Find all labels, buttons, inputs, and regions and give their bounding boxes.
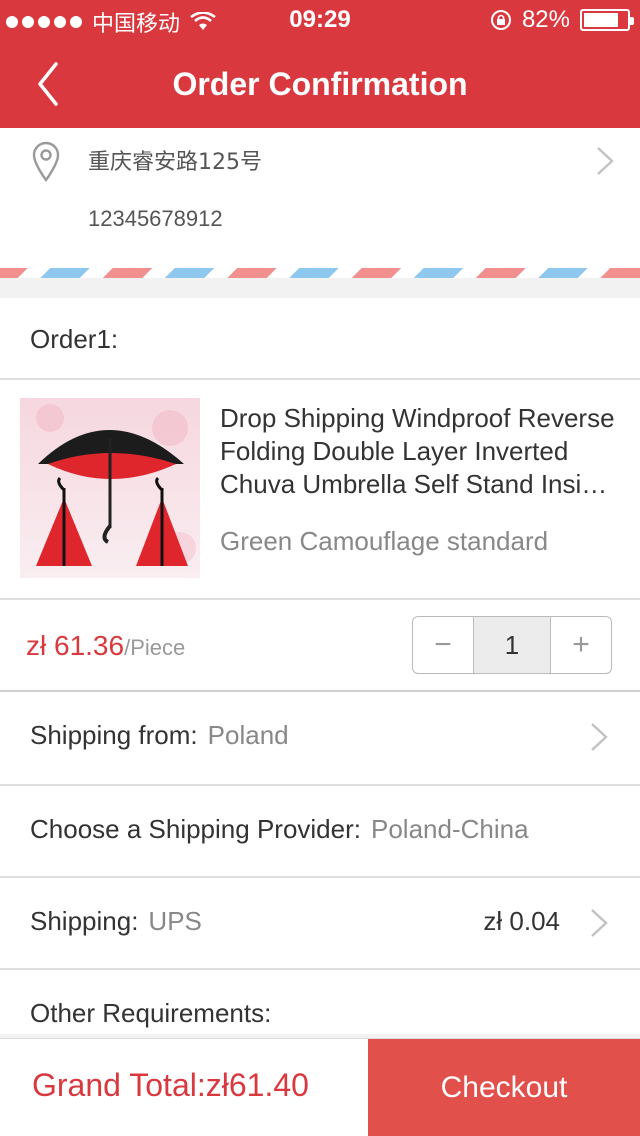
address-phone: 12345678912 bbox=[88, 206, 223, 231]
price-unit: /Piece bbox=[124, 635, 186, 660]
status-right: 82% bbox=[490, 6, 634, 34]
shipping-method-label-text: Shipping: bbox=[30, 906, 139, 936]
shipping-provider-label: Choose a Shipping Provider: Poland-China bbox=[30, 814, 529, 845]
page-title: Order Confirmation bbox=[172, 66, 468, 102]
shipping-from-label-text: Shipping from: bbox=[30, 720, 198, 750]
shipping-from-value: Poland bbox=[207, 720, 289, 750]
divider bbox=[0, 598, 640, 600]
product-price: zł 61.36/Piece bbox=[26, 630, 185, 662]
quantity-value[interactable]: 1 bbox=[473, 617, 551, 673]
product-variant: Green Camouflage standard bbox=[220, 526, 549, 556]
product-name[interactable]: Drop Shipping Windproof Reverse Folding … bbox=[220, 402, 616, 501]
shipping-method-row[interactable]: Shipping: UPS zł 0.04 bbox=[0, 878, 640, 968]
divider bbox=[0, 378, 640, 380]
shipping-provider-label-text: Choose a Shipping Provider: bbox=[30, 814, 361, 844]
battery-fill bbox=[584, 13, 619, 27]
battery-icon bbox=[580, 9, 634, 31]
shipping-method-value: UPS bbox=[148, 906, 202, 936]
other-requirements-label: Other Requirements: bbox=[30, 998, 272, 1028]
shipping-address[interactable]: 重庆睿安路125号 12345678912 bbox=[0, 128, 640, 268]
order-label: Order1: bbox=[30, 324, 119, 354]
increase-quantity-button[interactable]: + bbox=[551, 617, 611, 673]
price-value: zł 61.36 bbox=[26, 630, 125, 661]
quantity-stepper: − 1 + bbox=[412, 616, 612, 674]
product-image[interactable] bbox=[20, 398, 200, 578]
checkout-button[interactable]: Checkout bbox=[368, 1039, 640, 1136]
app-header: 中国移动 09:29 82% Order Confirmation bbox=[0, 0, 640, 128]
address-street: 重庆睿安路125号 bbox=[88, 150, 262, 175]
grand-total: Grand Total:zł61.40 bbox=[32, 1067, 309, 1103]
status-bar: 中国移动 09:29 82% bbox=[0, 0, 640, 40]
chevron-right-icon bbox=[591, 723, 608, 751]
chevron-right-icon bbox=[591, 909, 608, 937]
address-border-stripes bbox=[0, 268, 640, 278]
shipping-cost: zł 0.04 bbox=[483, 906, 560, 936]
order-card: Order1: Drop Shipping Windproof Reverse … bbox=[0, 298, 640, 1034]
rotation-lock-icon bbox=[490, 10, 511, 30]
checkout-bar: Grand Total:zł61.40 Checkout bbox=[0, 1038, 640, 1136]
shipping-provider-row[interactable]: Choose a Shipping Provider: Poland-China bbox=[0, 786, 640, 876]
shipping-method-label: Shipping: UPS bbox=[30, 906, 202, 937]
nav-bar: Order Confirmation bbox=[0, 40, 640, 128]
battery-percent: 82% bbox=[521, 6, 570, 33]
decrease-quantity-button[interactable]: − bbox=[413, 617, 473, 673]
shipping-from-row[interactable]: Shipping from: Poland bbox=[0, 692, 640, 782]
shipping-provider-value: Poland-China bbox=[370, 814, 529, 844]
location-pin-icon bbox=[32, 141, 60, 182]
chevron-right-icon bbox=[597, 147, 614, 175]
shipping-from-label: Shipping from: Poland bbox=[30, 720, 289, 751]
